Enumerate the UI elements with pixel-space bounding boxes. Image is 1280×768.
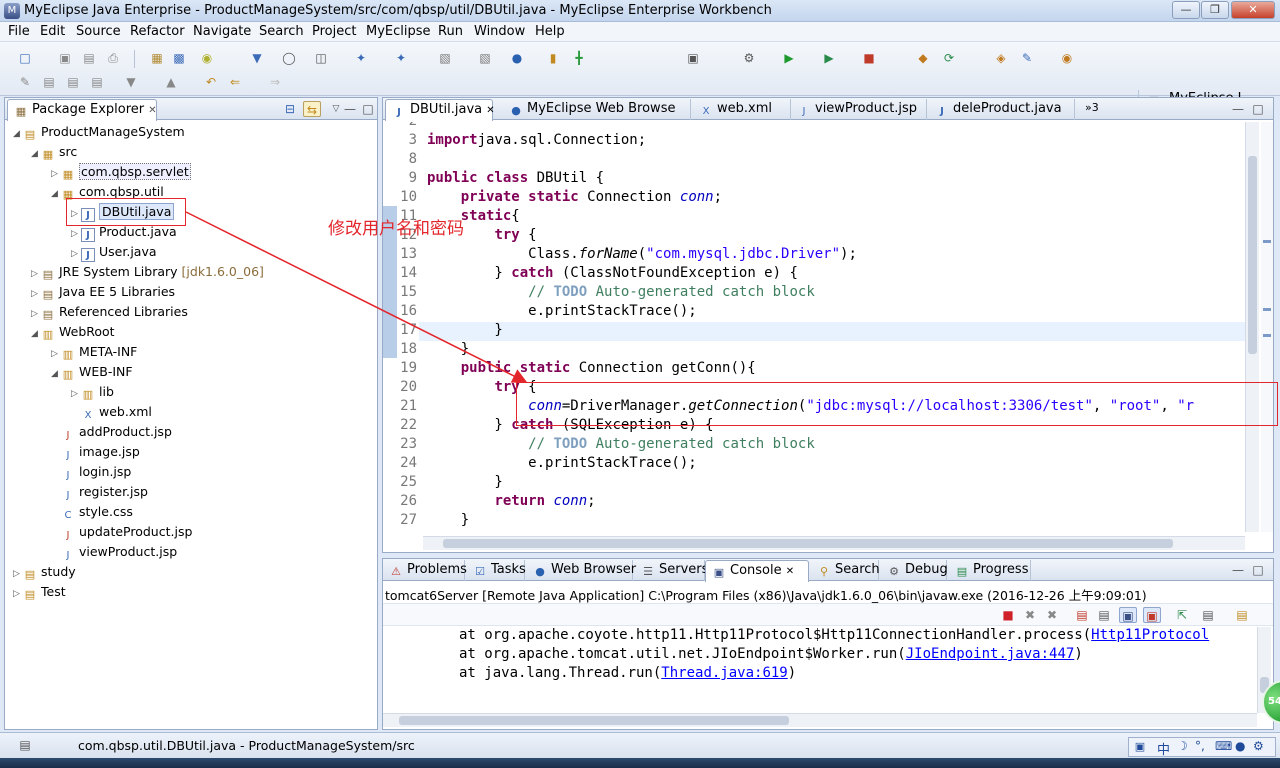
tasks-icon: ☑: [475, 565, 485, 578]
tab-label: Servers: [659, 562, 709, 577]
user-icon[interactable]: ●: [1235, 739, 1245, 753]
pin-console-icon[interactable]: ⇱: [1173, 607, 1191, 623]
scroll-lock-icon[interactable]: ▤: [1095, 607, 1113, 623]
globe-icon: ●: [535, 565, 545, 578]
tab-problems[interactable]: ⚠ Problems: [383, 560, 467, 581]
tab-label: Debug: [905, 562, 948, 577]
open-console-icon[interactable]: ▤: [1233, 607, 1251, 623]
status-bar: ▤ com.qbsp.util.DBUtil.java - ProductMan…: [0, 732, 1280, 758]
tab-label: Progress: [973, 562, 1029, 577]
stack-trace-link[interactable]: Http11Protocol: [1091, 627, 1209, 643]
punctuation-icon[interactable]: °,: [1195, 739, 1205, 753]
tab-servers[interactable]: ☰ Servers: [635, 560, 709, 581]
stack-trace-link[interactable]: Thread.java:619: [661, 665, 787, 681]
remove-launch-icon[interactable]: ✖: [1021, 607, 1039, 623]
settings-icon[interactable]: ⚙: [1253, 739, 1264, 753]
tab-label: Web Browser: [551, 562, 637, 577]
tab-progress[interactable]: ▤ Progress: [949, 560, 1031, 581]
tab-search[interactable]: ⚲ Search: [811, 560, 880, 581]
os-taskbar: [0, 758, 1280, 768]
console-line: at org.apache.coyote.http11.Http11Protoc…: [459, 627, 1209, 643]
console-line-text: at org.apache.tomcat.util.net.JIoEndpoin…: [459, 646, 906, 662]
console-tabrow: ⚠ Problems ☑ Tasks ● Web Browser ☰ Servers ▣…: [383, 559, 1273, 582]
ime-toolbar: ▣ 中 ☽ °, ⌨ ● ⚙: [1128, 737, 1276, 758]
console-toolbar: ■ ✖ ✖ ▤ ▤ ▣ ▣ ⇱ ▤ ▤: [383, 604, 1273, 626]
remove-all-icon[interactable]: ✖: [1043, 607, 1061, 623]
keyboard-icon[interactable]: ⌨: [1215, 739, 1232, 753]
console-process-label: tomcat6Server [Remote Java Application] …: [383, 582, 1273, 604]
console-line-text: ): [1074, 646, 1083, 662]
minimize-view-icon[interactable]: —: [1229, 562, 1247, 578]
tab-console[interactable]: ▣ Console ✕: [705, 560, 809, 582]
tab-label: Tasks: [491, 562, 526, 577]
console-line-text: ): [787, 665, 797, 681]
status-text: com.qbsp.util.DBUtil.java - ProductManag…: [78, 738, 415, 753]
search-icon: ⚲: [819, 565, 829, 578]
show-stderr-icon[interactable]: ▣: [1143, 607, 1161, 623]
progress-icon: ▤: [956, 565, 968, 578]
console-horizontal-scrollbar[interactable]: [383, 713, 1257, 727]
tab-debug[interactable]: ⚙ Debug: [881, 560, 948, 581]
scrollbar-thumb[interactable]: [399, 716, 789, 725]
close-tab-icon[interactable]: ✕: [786, 566, 794, 577]
show-stdout-icon[interactable]: ▣: [1119, 607, 1137, 623]
console-icon: ▣: [713, 566, 725, 579]
tab-label: Search: [835, 562, 880, 577]
debug-icon: ⚙: [889, 565, 899, 578]
tab-label: Problems: [407, 562, 467, 577]
ime-logo-icon[interactable]: ▣: [1133, 740, 1147, 754]
moon-icon[interactable]: ☽: [1177, 739, 1188, 753]
console-line: at org.apache.tomcat.util.net.JIoEndpoin…: [459, 646, 1083, 662]
terminate-icon[interactable]: ■: [999, 607, 1017, 623]
ime-mode[interactable]: 中: [1157, 739, 1170, 758]
tab-label: Console: [730, 563, 782, 578]
clear-console-icon[interactable]: ▤: [1073, 607, 1091, 623]
console-line-text: at org.apache.coyote.http11.Http11Protoc…: [459, 627, 1092, 643]
servers-icon: ☰: [643, 565, 653, 578]
display-console-icon[interactable]: ▤: [1199, 607, 1217, 623]
stack-trace-link[interactable]: JIoEndpoint.java:447: [906, 646, 1075, 662]
tab-tasks[interactable]: ☑ Tasks: [467, 560, 526, 581]
problems-icon: ⚠: [391, 565, 401, 578]
console-line-text: at java.lang.Thread.run(: [459, 665, 662, 681]
fast-view-icon[interactable]: ▤: [16, 737, 34, 753]
maximize-view-icon[interactable]: □: [1249, 562, 1267, 578]
console-panel: ⚠ Problems ☑ Tasks ● Web Browser ☰ Servers ▣…: [382, 558, 1274, 730]
tab-web-browser[interactable]: ● Web Browser: [527, 560, 637, 581]
console-line: at java.lang.Thread.run(Thread.java:619): [459, 665, 796, 681]
